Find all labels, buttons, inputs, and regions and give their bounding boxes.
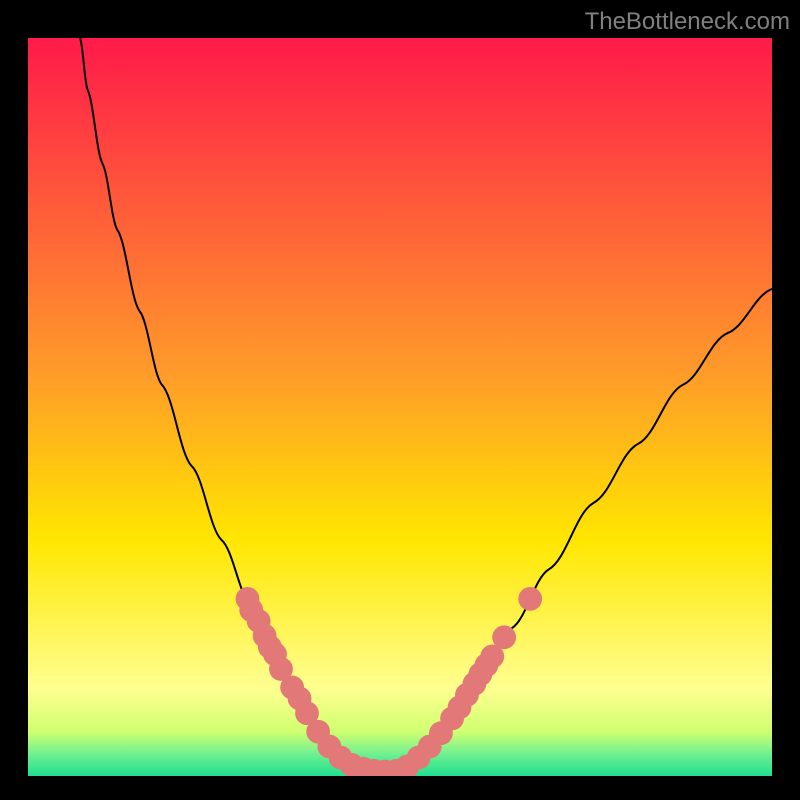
gradient-background	[28, 38, 772, 776]
chart-container	[28, 38, 772, 776]
data-marker	[492, 625, 516, 649]
data-marker	[518, 587, 542, 611]
v-curve-chart	[28, 38, 772, 776]
watermark-text: TheBottleneck.com	[585, 8, 790, 36]
